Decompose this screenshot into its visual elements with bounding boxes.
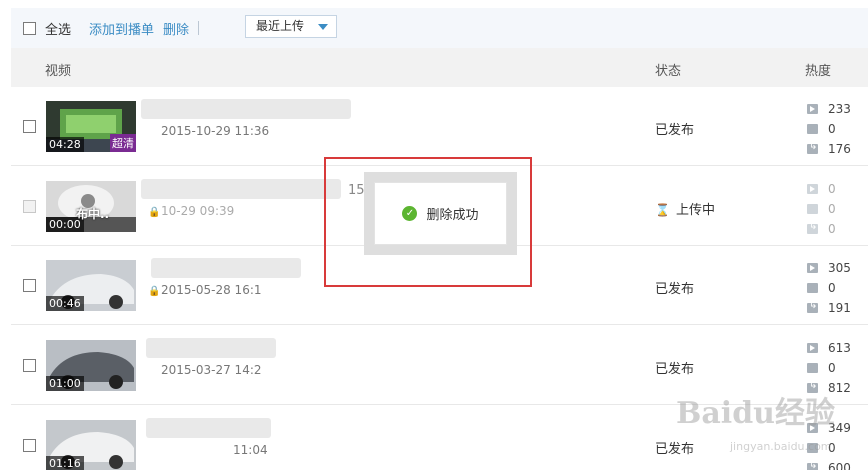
share-count: 176	[828, 142, 851, 156]
share-count: 600	[828, 461, 851, 470]
duration-badge: 01:00	[46, 376, 84, 391]
row-checkbox[interactable]	[23, 359, 36, 372]
watermark-url: jingyan.baidu.com	[730, 440, 832, 453]
comment-count-icon	[807, 119, 818, 134]
video-thumbnail[interactable]: 01:16	[46, 420, 136, 470]
video-thumbnail[interactable]: 00:46	[46, 260, 136, 311]
lock-icon: 🔒	[148, 207, 161, 218]
heat-stats: 305 0 191	[807, 258, 851, 318]
watermark-logo: Baidu经验	[676, 396, 835, 431]
share-count-icon	[807, 460, 818, 470]
heat-stats: 233 0 176	[807, 99, 851, 159]
blurred-title	[151, 258, 301, 278]
upload-date: 10-29 09:39	[161, 204, 235, 218]
comment-count: 0	[828, 122, 836, 136]
duration-badge: 01:16	[46, 456, 84, 470]
quality-badge: 超清	[110, 134, 136, 152]
upload-date: 2015-05-28 16:1	[161, 283, 262, 297]
comment-count: 0	[828, 202, 836, 216]
lock-icon: 🔒	[148, 286, 161, 297]
blurred-title	[141, 179, 341, 199]
annotation-highlight-box	[324, 157, 532, 287]
toolbar-divider	[198, 21, 200, 35]
share-count: 0	[828, 222, 836, 236]
table-row: 04:28 超清 2015-10-29 11:36 已发布 233 0 176	[11, 87, 868, 166]
share-count-icon	[807, 300, 818, 313]
select-all-checkbox[interactable]	[23, 21, 36, 35]
play-count-icon	[807, 343, 818, 353]
column-heat[interactable]: 热度	[805, 60, 831, 79]
row-checkbox[interactable]	[23, 279, 36, 292]
column-status: 状态	[655, 64, 682, 79]
duration-badge: 00:46	[46, 296, 84, 311]
play-count-icon	[807, 184, 818, 194]
comment-count: 0	[828, 361, 836, 375]
share-count-icon	[807, 141, 818, 154]
comment-count-icon	[807, 199, 818, 214]
hourglass-icon: ⌛	[655, 203, 670, 217]
video-thumbnail[interactable]: 00:00 布中..	[46, 181, 136, 232]
status-text: 已发布	[655, 362, 695, 377]
table-header: 视频 状态 热度	[11, 48, 868, 87]
play-count-icon	[807, 104, 818, 114]
add-to-playlist-link[interactable]: 添加到播单	[89, 19, 154, 38]
share-count: 191	[828, 301, 851, 315]
delete-link[interactable]: 删除	[163, 19, 189, 38]
video-manager-page: 全选 添加到播单 删除 最近上传 视频 状态 热度 04:28 超清 2015-…	[0, 0, 868, 470]
video-thumbnail[interactable]: 04:28 超清	[46, 101, 136, 152]
play-count: 613	[828, 341, 851, 355]
share-count-icon	[807, 221, 818, 234]
play-count: 0	[828, 182, 836, 196]
play-count-icon	[807, 263, 818, 273]
column-video: 视频	[45, 64, 72, 79]
row-checkbox[interactable]	[23, 439, 36, 452]
blurred-title	[146, 418, 271, 438]
status-text: 已发布	[655, 442, 695, 457]
status-text: 已发布	[655, 123, 695, 138]
video-thumbnail[interactable]: 01:00	[46, 340, 136, 391]
publishing-overlay: 布中..	[76, 207, 110, 221]
upload-date: 11:04	[233, 443, 268, 457]
row-checkbox[interactable]	[23, 120, 36, 133]
blurred-title	[146, 338, 276, 358]
comment-count: 0	[828, 281, 836, 295]
select-all-label[interactable]: 全选	[45, 19, 71, 38]
play-count: 233	[828, 102, 851, 116]
play-count: 305	[828, 261, 851, 275]
sort-dropdown[interactable]: 最近上传	[245, 15, 337, 38]
heat-stats: 0 0 0	[807, 179, 836, 239]
upload-date: 2015-10-29 11:36	[161, 124, 270, 138]
duration-badge: 04:28	[46, 137, 84, 152]
upload-date: 2015-03-27 14:2	[161, 363, 262, 377]
toolbar: 全选 添加到播单 删除 最近上传	[11, 8, 868, 48]
blurred-title	[141, 99, 351, 119]
status-text: 已发布	[655, 282, 695, 297]
row-checkbox[interactable]	[23, 200, 36, 213]
sort-dropdown-value: 最近上传	[256, 19, 305, 33]
status-text: ⌛ 上传中	[655, 203, 715, 218]
caret-down-icon	[318, 24, 328, 30]
comment-count-icon	[807, 278, 818, 293]
comment-count-icon	[807, 358, 818, 373]
